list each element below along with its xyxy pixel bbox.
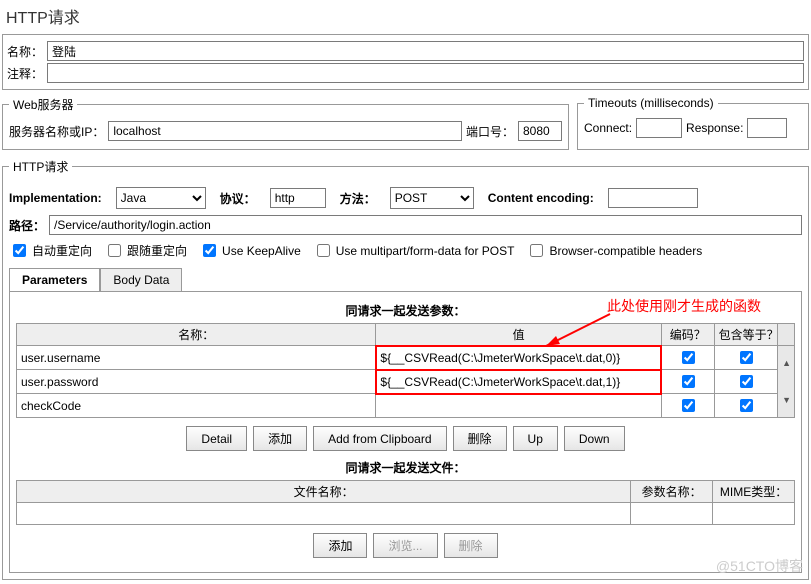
httpreq-legend: HTTP请求: [9, 158, 72, 175]
detail-button[interactable]: Detail: [186, 426, 247, 451]
multipart-checkbox[interactable]: Use multipart/form-data for POST: [313, 241, 515, 260]
include-checkbox[interactable]: [740, 375, 753, 388]
browser-compat-checkbox[interactable]: Browser-compatible headers: [526, 241, 702, 260]
method-label: 方法：: [340, 190, 376, 207]
proto-input[interactable]: [270, 188, 326, 208]
name-input[interactable]: [47, 41, 804, 61]
timeouts-legend: Timeouts (milliseconds): [584, 96, 718, 110]
add-button[interactable]: 添加: [253, 426, 307, 451]
impl-select[interactable]: Java: [116, 187, 206, 209]
webserver-fieldset: Web服务器 服务器名称或IP： 端口号：: [2, 96, 569, 150]
col-include[interactable]: 包含等于？: [714, 324, 777, 346]
method-select[interactable]: POST: [390, 187, 474, 209]
keepalive-checkbox[interactable]: Use KeepAlive: [199, 241, 301, 260]
include-checkbox[interactable]: [740, 399, 753, 412]
path-label: 路径：: [9, 217, 45, 234]
page-title: HTTP请求: [0, 0, 811, 32]
response-label: Response:: [686, 121, 743, 135]
enc-input[interactable]: [608, 188, 698, 208]
port-input[interactable]: [518, 121, 562, 141]
col-filepath[interactable]: 文件名称：: [17, 481, 631, 503]
table-row[interactable]: checkCode: [17, 394, 795, 418]
connect-input[interactable]: [636, 118, 682, 138]
col-paramname[interactable]: 参数名称：: [631, 481, 713, 503]
params-table: 名称： 值 编码？ 包含等于？ user.username ${__CSVRea…: [16, 323, 795, 418]
webserver-legend: Web服务器: [9, 96, 77, 113]
col-mime[interactable]: MIME类型：: [713, 481, 795, 503]
enc-label: Content encoding:: [488, 191, 594, 205]
tab-parameters[interactable]: Parameters: [9, 268, 100, 291]
tab-body-data[interactable]: Body Data: [100, 268, 182, 291]
file-browse-button[interactable]: 浏览...: [373, 533, 437, 558]
follow-redirect-checkbox[interactable]: 跟随重定向: [104, 241, 187, 260]
col-name[interactable]: 名称：: [17, 324, 376, 346]
up-button[interactable]: Up: [513, 426, 558, 451]
proto-label: 协议：: [220, 190, 256, 207]
connect-label: Connect:: [584, 121, 632, 135]
host-input[interactable]: [108, 121, 462, 141]
encode-checkbox[interactable]: [682, 399, 695, 412]
files-header: 同请求一起发送文件：: [16, 459, 795, 476]
timeouts-fieldset: Timeouts (milliseconds) Connect: Respons…: [577, 96, 809, 150]
file-delete-button[interactable]: 删除: [444, 533, 498, 558]
comment-label: 注释：: [7, 65, 43, 82]
files-table: 文件名称： 参数名称： MIME类型：: [16, 480, 795, 525]
annotation-text: 此处使用刚才生成的函数: [607, 296, 761, 316]
clipboard-button[interactable]: Add from Clipboard: [313, 426, 446, 451]
down-button[interactable]: Down: [564, 426, 625, 451]
col-value[interactable]: 值: [376, 324, 661, 346]
port-label: 端口号：: [466, 123, 514, 140]
watermark: @51CTO博客: [716, 556, 803, 576]
response-input[interactable]: [747, 118, 787, 138]
table-row[interactable]: [17, 503, 795, 525]
table-row[interactable]: user.password ${__CSVRead(C:\JmeterWorkS…: [17, 370, 795, 394]
httpreq-fieldset: HTTP请求 Implementation: Java 协议： 方法： POST…: [2, 158, 809, 580]
include-checkbox[interactable]: [740, 351, 753, 364]
host-label: 服务器名称或IP：: [9, 123, 104, 140]
col-encode[interactable]: 编码？: [661, 324, 714, 346]
name-label: 名称：: [7, 43, 43, 60]
table-row[interactable]: user.username ${__CSVRead(C:\JmeterWorkS…: [17, 346, 795, 370]
comment-input[interactable]: [47, 63, 804, 83]
scrollbar[interactable]: ▲▼: [778, 346, 795, 418]
delete-button[interactable]: 删除: [453, 426, 507, 451]
file-add-button[interactable]: 添加: [313, 533, 367, 558]
encode-checkbox[interactable]: [682, 375, 695, 388]
path-input[interactable]: [49, 215, 802, 235]
auto-redirect-checkbox[interactable]: 自动重定向: [9, 241, 92, 260]
impl-label: Implementation:: [9, 191, 102, 205]
encode-checkbox[interactable]: [682, 351, 695, 364]
scrollbar-header: [778, 324, 795, 346]
